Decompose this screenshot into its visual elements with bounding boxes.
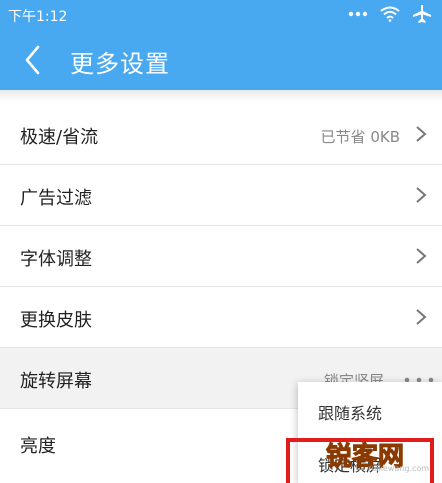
setting-row-skin[interactable]: 更换皮肤 — [0, 287, 442, 348]
setting-value: 已节省 0KB — [320, 128, 400, 146]
wifi-icon — [380, 6, 400, 22]
status-time: 下午1:12 — [8, 9, 68, 25]
chevron-right-icon — [416, 126, 427, 142]
chevron-right-icon — [416, 187, 427, 203]
page-title: 更多设置 — [70, 50, 170, 78]
setting-row-font-size[interactable]: 字体调整 — [0, 226, 442, 287]
setting-label: 极速/省流 — [20, 127, 99, 148]
back-button[interactable] — [20, 44, 50, 76]
airplane-icon — [413, 5, 431, 23]
setting-label: 字体调整 — [20, 249, 92, 270]
setting-label: 更换皮肤 — [20, 310, 92, 331]
setting-label: 广告过滤 — [20, 188, 92, 209]
back-arrow-icon — [25, 45, 40, 75]
setting-row-speed-saving[interactable]: 极速/省流 已节省 0KB — [0, 104, 442, 165]
status-bar: 下午1:12 — [0, 0, 442, 30]
setting-row-ad-filter[interactable]: 广告过滤 — [0, 165, 442, 226]
setting-label: 旋转屏幕 — [20, 371, 92, 392]
watermark-url: ruikewang.com — [368, 464, 430, 473]
more-dots-icon — [348, 11, 368, 17]
header-bar: 更多设置 — [0, 30, 442, 90]
chevron-right-icon — [416, 248, 427, 264]
header-shadow — [0, 90, 442, 102]
setting-label: 亮度 — [20, 436, 56, 457]
chevron-right-icon — [416, 309, 427, 325]
status-icons — [348, 4, 432, 24]
popup-option-follow-system[interactable]: 跟随系统 — [318, 400, 382, 424]
